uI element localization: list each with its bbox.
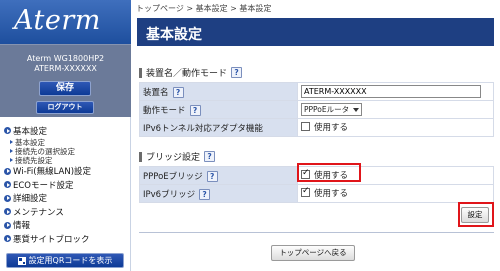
section-title: 装置名／動作モード: [146, 69, 228, 79]
sidebar-item-basic-settings[interactable]: 基本設定: [0, 124, 131, 138]
help-icon[interactable]: ?: [206, 170, 218, 182]
sidebar-item-info[interactable]: 情報: [0, 219, 131, 233]
sidebar-item-malicious-site-block[interactable]: 悪質サイトブロック: [0, 232, 131, 246]
page-header: 基本設定: [137, 18, 494, 46]
arrow-bullet-icon: [4, 221, 11, 229]
table-row: IPv6ブリッジ? 使用する: [139, 184, 494, 203]
arrow-bullet-icon: [4, 181, 11, 189]
sidebar-item-eco[interactable]: ECOモード設定: [0, 178, 131, 192]
sidebar-subitem-label: 接続先の選択設定: [15, 146, 75, 156]
table-row: IPv6トンネル対応アダプタ機能 使用する: [139, 118, 494, 137]
section-bridge-heading: ブリッジ設定 ?: [139, 150, 216, 163]
triangle-icon: [10, 149, 13, 153]
sidebar-item-label: 悪質サイトブロック: [13, 234, 90, 245]
field-label: 装置名?: [139, 82, 298, 101]
logout-button[interactable]: ログアウト: [36, 101, 94, 114]
sidebar-subitem-basic[interactable]: 基本設定: [0, 138, 131, 147]
table-row: 動作モード? PPPoEルータ: [139, 100, 494, 119]
device-name-input[interactable]: [301, 85, 481, 98]
field-label: 動作モード?: [139, 100, 298, 119]
help-icon[interactable]: ?: [172, 86, 184, 98]
field-label: IPv6トンネル対応アダプタ機能: [139, 118, 298, 137]
arrow-bullet-icon: [4, 127, 11, 135]
device-name: ATERM-XXXXXX: [34, 64, 97, 73]
arrow-bullet-icon: [4, 208, 11, 216]
section-marker: [139, 151, 142, 162]
help-icon[interactable]: ?: [231, 67, 243, 78]
sidebar-subitem-connection[interactable]: 接続先設定: [0, 156, 131, 165]
save-button[interactable]: 保存: [39, 81, 91, 96]
ipv6-tunnel-checkbox[interactable]: 使用する: [301, 121, 348, 133]
sidebar-nav: 基本設定 基本設定 接続先の選択設定 接続先設定 Wi-Fi(無線LAN)設定 …: [0, 124, 131, 246]
checkbox-icon: [301, 122, 310, 132]
section-title: ブリッジ設定: [146, 153, 201, 163]
mode-select-value: PPPoEルータ: [304, 105, 350, 114]
breadcrumb: トップページ > 基本設定 > 基本設定: [136, 4, 272, 13]
sidebar-item-label: 基本設定: [13, 126, 48, 137]
aterm-logo: Aterm: [14, 5, 101, 36]
checkbox-label: 使用する: [314, 188, 349, 199]
device-mode-table: 装置名? 動作モード? PPPoEルータ IPv6トンネル対応アダプタ機能 使用…: [139, 82, 494, 137]
qr-code-icon: [17, 256, 26, 265]
sidebar-item-label: ECOモード設定: [13, 180, 74, 191]
sidebar-subitem-label: 接続先設定: [15, 155, 53, 165]
qr-button-label: 設定用QRコードを表示: [28, 256, 113, 265]
device-info-panel: Aterm WG1800HP2 ATERM-XXXXXX 保存 ログアウト: [0, 44, 131, 117]
show-qr-code-button[interactable]: 設定用QRコードを表示: [6, 253, 124, 268]
help-icon[interactable]: ?: [199, 188, 211, 200]
highlight-pppoe-checkbox: [297, 163, 361, 182]
triangle-icon: [10, 140, 13, 144]
field-label: IPv6ブリッジ?: [139, 184, 298, 203]
sidebar: Aterm Aterm WG1800HP2 ATERM-XXXXXX 保存 ログ…: [0, 0, 131, 271]
sidebar-subitem-label: 基本設定: [15, 137, 45, 147]
back-to-top-button[interactable]: トップページへ戻る: [271, 245, 355, 261]
arrow-bullet-icon: [4, 167, 11, 175]
triangle-icon: [10, 158, 13, 162]
arrow-bullet-icon: [4, 194, 11, 202]
sidebar-item-label: 情報: [13, 221, 31, 232]
field-label: PPPoEブリッジ?: [139, 166, 298, 185]
device-model: Aterm WG1800HP2: [26, 54, 105, 63]
logo-area: Aterm: [0, 0, 131, 44]
sidebar-item-advanced[interactable]: 詳細設定: [0, 192, 131, 206]
sidebar-item-maintenance[interactable]: メンテナンス: [0, 205, 131, 219]
checkbox-label: 使用する: [314, 122, 349, 133]
sidebar-item-wifi[interactable]: Wi-Fi(無線LAN)設定: [0, 165, 131, 179]
help-icon[interactable]: ?: [189, 104, 201, 116]
divider: [139, 232, 494, 233]
checkbox-checked-icon: [301, 186, 310, 198]
sidebar-item-label: メンテナンス: [13, 207, 64, 218]
sidebar-item-label: 詳細設定: [13, 194, 48, 205]
section-marker: [139, 67, 142, 78]
main-content: トップページ > 基本設定 > 基本設定 基本設定 装置名／動作モード ? 装置…: [131, 0, 500, 271]
arrow-bullet-icon: [4, 235, 11, 243]
section-device-mode-heading: 装置名／動作モード ?: [139, 66, 243, 79]
mode-select[interactable]: PPPoEルータ: [301, 103, 363, 116]
highlight-settings-button: [458, 202, 494, 227]
page-title: 基本設定: [146, 27, 202, 43]
table-row: 装置名?: [139, 82, 494, 101]
chevron-down-icon: [353, 107, 360, 112]
help-icon[interactable]: ?: [204, 151, 216, 162]
sidebar-item-label: Wi-Fi(無線LAN)設定: [13, 167, 92, 178]
sidebar-subitem-connection-select[interactable]: 接続先の選択設定: [0, 147, 131, 156]
ipv6-bridge-checkbox[interactable]: 使用する: [301, 186, 349, 199]
